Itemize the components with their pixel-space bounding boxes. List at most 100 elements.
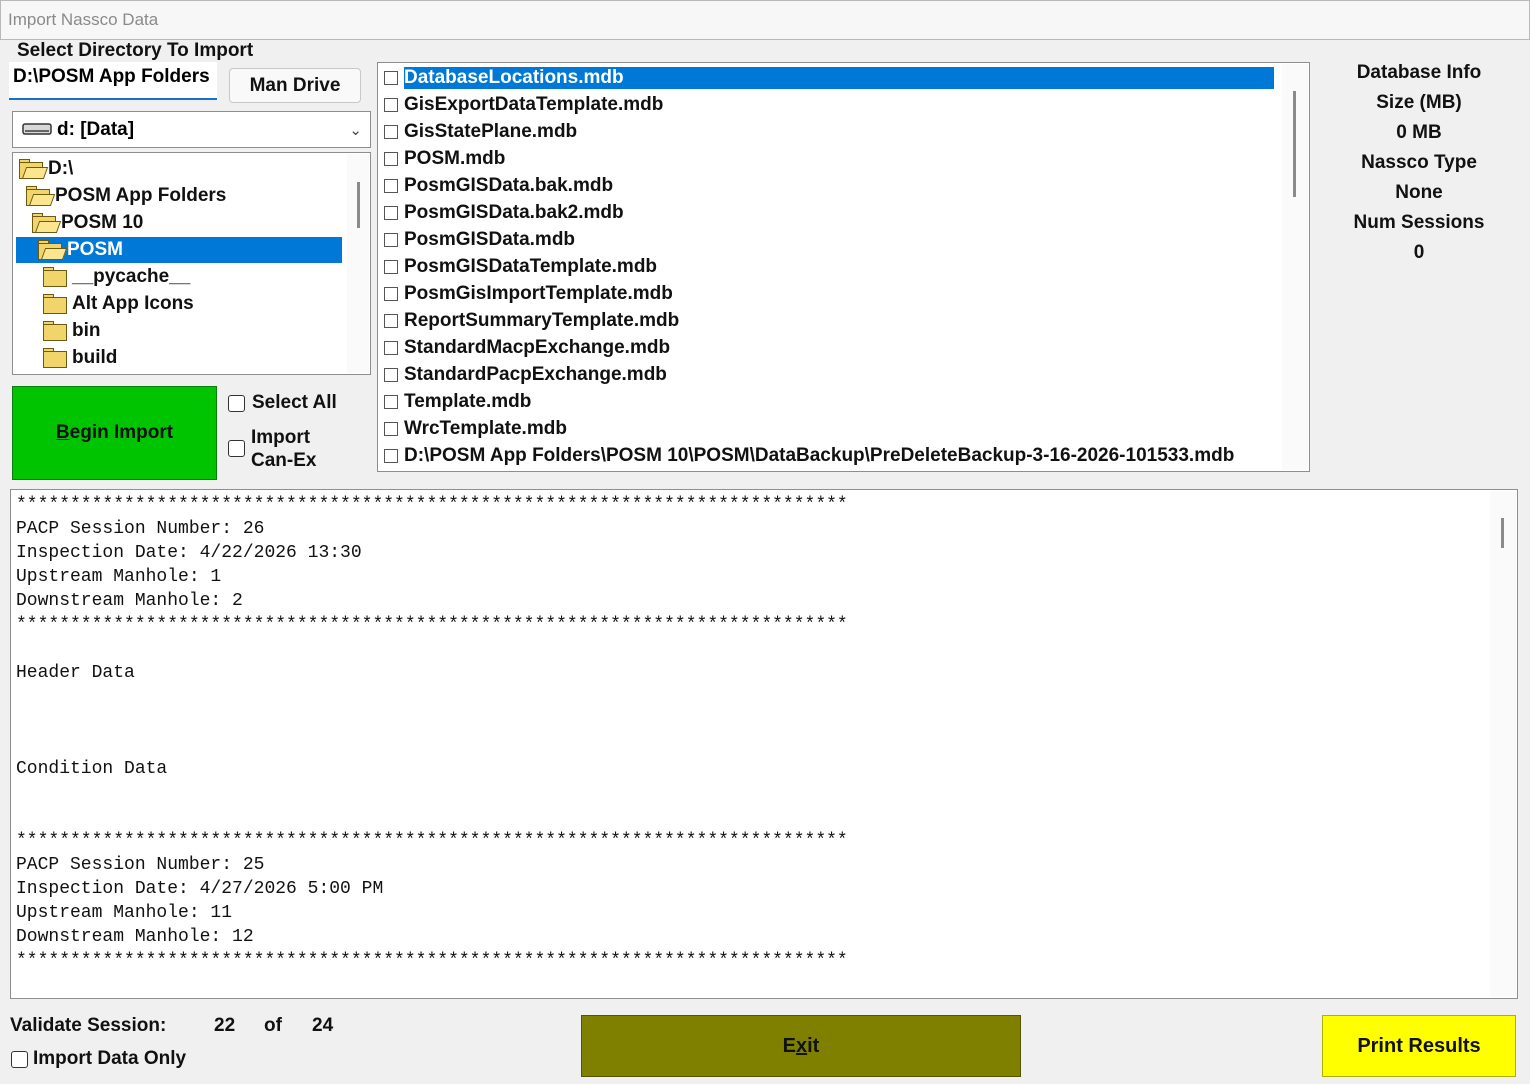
tree-item[interactable]: POSM xyxy=(16,237,342,263)
man-drive-button[interactable]: Man Drive xyxy=(229,68,361,103)
file-checkbox[interactable] xyxy=(384,97,398,112)
file-name: StandardPacpExchange.mdb xyxy=(404,363,667,385)
info-title: Database Info xyxy=(1356,62,1482,83)
file-name: GisExportDataTemplate.mdb xyxy=(404,93,664,115)
select-all-checkbox[interactable] xyxy=(228,395,245,412)
tree-scrollbar[interactable] xyxy=(347,154,369,373)
file-list-item[interactable]: PosmGISData.bak.mdb xyxy=(384,172,613,199)
database-file-list[interactable]: DatabaseLocations.mdb GisExportDataTempla… xyxy=(377,62,1310,472)
nassco-type-value: None xyxy=(1395,182,1443,203)
tree-item-label: POSM xyxy=(67,239,123,260)
folder-icon xyxy=(43,294,69,314)
file-list-item[interactable]: DatabaseLocations.mdb xyxy=(384,64,1274,91)
file-list-item[interactable]: StandardPacpExchange.mdb xyxy=(384,361,667,388)
directory-path-field[interactable]: D:\POSM App Folders xyxy=(9,62,217,100)
tree-item[interactable]: build xyxy=(13,345,117,371)
folder-open-icon xyxy=(19,159,49,179)
file-checkbox[interactable] xyxy=(384,259,398,274)
file-list-item[interactable]: D:\POSM App Folders\POSM 10\POSM\DataBac… xyxy=(384,442,1234,469)
import-data-only-checkbox[interactable] xyxy=(11,1051,28,1068)
file-list-item[interactable]: Template.mdb xyxy=(384,388,531,415)
exit-button[interactable]: Ex it xyxy=(581,1015,1021,1077)
num-sessions-label: Num Sessions xyxy=(1353,212,1485,233)
tree-item-label: build xyxy=(72,347,118,368)
session-current: 22 xyxy=(214,1015,236,1036)
import-canex-checkbox[interactable] xyxy=(228,440,245,457)
chevron-down-icon[interactable]: ⌄ xyxy=(349,121,362,139)
file-checkbox[interactable] xyxy=(384,178,398,193)
folder-tree[interactable]: D:\ POSM App Folders POSM 10 POSM __pycache_… xyxy=(12,152,371,375)
begin-import-button[interactable]: Begin Import xyxy=(12,386,217,480)
file-name: PosmGISData.mdb xyxy=(404,228,576,250)
file-name: D:\POSM App Folders\POSM 10\POSM\DataBac… xyxy=(404,444,1235,466)
file-checkbox[interactable] xyxy=(384,394,398,409)
file-list-scrollbar[interactable] xyxy=(1282,64,1308,470)
file-name: WrcTemplate.mdb xyxy=(404,417,567,439)
file-name: PosmGISData.bak.mdb xyxy=(404,174,614,196)
log-scrollbar[interactable] xyxy=(1490,491,1516,997)
file-checkbox[interactable] xyxy=(384,448,398,463)
drive-icon xyxy=(22,120,52,143)
tree-item[interactable]: Alt App Icons xyxy=(13,291,194,317)
num-sessions-value: 0 xyxy=(1413,242,1425,263)
file-list-item[interactable]: GisStatePlane.mdb xyxy=(384,118,577,145)
file-list-item[interactable]: PosmGISData.mdb xyxy=(384,226,575,253)
file-name: PosmGisImportTemplate.mdb xyxy=(404,282,673,304)
file-checkbox[interactable] xyxy=(384,313,398,328)
file-list-item[interactable]: PosmGISData.bak2.mdb xyxy=(384,199,624,226)
file-list-item[interactable]: PosmGisImportTemplate.mdb xyxy=(384,280,673,307)
folder-icon xyxy=(43,267,69,287)
drive-select-value: d: [Data] xyxy=(57,119,135,140)
file-list-item[interactable]: WrcTemplate.mdb xyxy=(384,415,567,442)
file-name: GisStatePlane.mdb xyxy=(404,120,578,142)
tree-item-label: POSM 10 xyxy=(61,212,144,233)
size-label: Size (MB) xyxy=(1376,92,1462,113)
results-log[interactable]: ****************************************… xyxy=(10,489,1518,999)
file-name: PosmGISDataTemplate.mdb xyxy=(404,255,658,277)
print-results-button[interactable]: Print Results xyxy=(1322,1015,1516,1077)
database-info-panel: Database Info Size (MB) 0 MB Nassco Type… xyxy=(1334,62,1504,272)
exit-label-end: it xyxy=(807,1034,820,1057)
tree-item[interactable]: bin xyxy=(13,318,101,344)
import-canex-label-1: Import xyxy=(251,427,311,448)
size-value: 0 MB xyxy=(1396,122,1442,143)
folder-open-icon xyxy=(32,213,62,233)
file-checkbox[interactable] xyxy=(384,70,398,85)
file-checkbox[interactable] xyxy=(384,340,398,355)
exit-hotkey: x xyxy=(796,1034,808,1057)
file-name: PosmGISData.bak2.mdb xyxy=(404,201,624,223)
file-name: DatabaseLocations.mdb xyxy=(404,66,1274,89)
file-checkbox[interactable] xyxy=(384,151,398,166)
folder-icon xyxy=(43,321,69,341)
import-canex-label-2: Can-Ex xyxy=(251,450,317,471)
file-checkbox[interactable] xyxy=(384,286,398,301)
file-checkbox[interactable] xyxy=(384,124,398,139)
folder-icon xyxy=(43,348,69,368)
tree-item-label: D:\ xyxy=(48,158,74,179)
file-list-item[interactable]: GisExportDataTemplate.mdb xyxy=(384,91,663,118)
tree-item[interactable]: POSM App Folders xyxy=(13,183,226,209)
file-name: StandardMacpExchange.mdb xyxy=(404,336,671,358)
file-checkbox[interactable] xyxy=(384,232,398,247)
file-list-item[interactable]: ReportSummaryTemplate.mdb xyxy=(384,307,679,334)
file-name: POSM.mdb xyxy=(404,147,506,169)
file-list-item[interactable]: POSM.mdb xyxy=(384,145,505,172)
file-list-item[interactable]: PosmGISDataTemplate.mdb xyxy=(384,253,657,280)
file-name: ReportSummaryTemplate.mdb xyxy=(404,309,680,331)
file-name: Template.mdb xyxy=(404,390,532,412)
file-checkbox[interactable] xyxy=(384,205,398,220)
folder-open-icon xyxy=(38,240,68,260)
nassco-type-label: Nassco Type xyxy=(1361,152,1477,173)
tree-item[interactable]: __pycache__ xyxy=(13,264,190,290)
file-list-item[interactable]: StandardMacpExchange.mdb xyxy=(384,334,670,361)
validate-session-label: Validate Session: xyxy=(10,1015,167,1036)
tree-item-label: __pycache__ xyxy=(72,266,191,287)
file-checkbox[interactable] xyxy=(384,421,398,436)
drive-select[interactable]: d: [Data] ⌄ xyxy=(12,111,371,148)
exit-label-start: E xyxy=(782,1034,796,1057)
tree-item-label: bin xyxy=(72,320,101,341)
tree-item[interactable]: POSM 10 xyxy=(13,210,143,236)
tree-item[interactable]: D:\ xyxy=(13,156,73,182)
select-all-label: Select All xyxy=(252,392,337,413)
file-checkbox[interactable] xyxy=(384,367,398,382)
